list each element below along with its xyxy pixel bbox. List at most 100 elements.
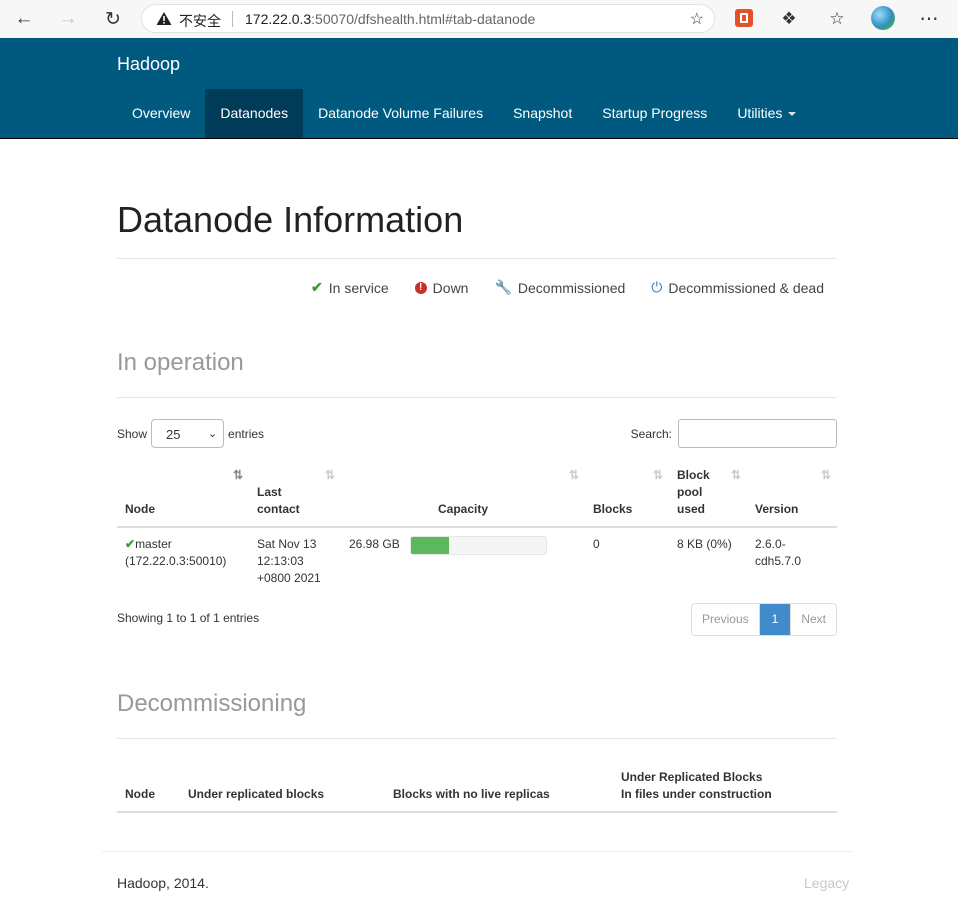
table-header-row: Node Under replicated blocks Blocks with… xyxy=(117,761,837,813)
tab-datanode-volume-failures[interactable]: Datanode Volume Failures xyxy=(303,89,498,138)
capacity-bar xyxy=(409,536,547,555)
col-urb-line2: In files under construction xyxy=(621,787,772,801)
tab-datanodes[interactable]: Datanodes xyxy=(205,89,304,138)
col-block-pool-used[interactable]: Block pool used ⇅ xyxy=(669,459,747,528)
url-text: 172.22.0.3:50070/dfshealth.html#tab-data… xyxy=(245,11,535,27)
table-header-row: Node ⇅ Last contact ⇅ Capacity ⇅ Blocks ⇅ Blo… xyxy=(117,459,837,528)
cell-version: 2.6.0- cdh5.7.0 xyxy=(747,527,837,595)
capacity-value: 26.98 GB xyxy=(349,537,400,551)
footer-divider xyxy=(102,851,852,852)
back-icon[interactable]: ← xyxy=(11,6,37,32)
power-icon: ⏻ xyxy=(651,279,663,295)
check-icon: ✔ xyxy=(311,279,323,295)
address-bar[interactable]: 不安全 172.22.0.3:50070/dfshealth.html#tab-… xyxy=(141,4,715,33)
legend-down: ! Down xyxy=(414,279,469,296)
col-under-replicated: Under replicated blocks xyxy=(180,761,385,813)
decommissioning-table: Node Under replicated blocks Blocks with… xyxy=(117,761,837,813)
cell-last-contact: Sat Nov 13 12:13:03 +0800 2021 xyxy=(249,527,341,595)
chevron-down-icon: ⌄ xyxy=(207,428,218,440)
url-path: :50070/dfshealth.html#tab-datanode xyxy=(311,11,536,27)
col-no-live-replicas: Blocks with no live replicas xyxy=(385,761,613,813)
more-menu-icon[interactable]: ⋯ xyxy=(916,6,942,32)
exclamation-circle-icon: ! xyxy=(414,281,427,294)
entries-label: entries xyxy=(228,426,265,441)
capacity-wrap: 26.98 GB xyxy=(349,536,577,555)
tab-overview[interactable]: Overview xyxy=(117,89,205,138)
in-operation-divider xyxy=(117,397,837,398)
tab-utilities-label: Utilities xyxy=(737,105,783,121)
col-bpu-line3: used xyxy=(677,502,706,516)
search-input[interactable] xyxy=(678,419,837,448)
legend-decommissioned-label: Decommissioned xyxy=(517,279,626,296)
page-size-control: Show 25 ⌄ entries xyxy=(117,419,264,448)
page-size-select[interactable]: 25 ⌄ xyxy=(151,419,225,448)
warning-icon[interactable] xyxy=(156,11,172,26)
legacy-link[interactable]: Legacy xyxy=(804,875,849,891)
extensions-puzzle-icon[interactable]: ❖ xyxy=(776,6,802,32)
page-1-button[interactable]: 1 xyxy=(758,604,791,635)
address-divider xyxy=(232,11,233,27)
table-info: Showing 1 to 1 of 1 entries xyxy=(117,611,260,625)
col-blocks-label: Blocks xyxy=(593,502,633,516)
in-operation-heading: In operation xyxy=(117,349,244,376)
previous-button[interactable]: Previous xyxy=(691,604,759,635)
capacity-bar-fill xyxy=(410,537,449,554)
cell-node: ✔master (172.22.0.3:50010) xyxy=(117,527,249,595)
legend-decommissioned-dead: ⏻ Decommissioned & dead xyxy=(651,279,824,296)
browser-toolbar: ← → ↻ 不安全 172.22.0.3:50070/dfshealth.htm… xyxy=(0,0,958,39)
col-last-contact-line2: contact xyxy=(257,502,300,516)
insecure-label: 不安全 xyxy=(179,13,221,29)
col-capacity[interactable]: Capacity ⇅ xyxy=(341,459,585,528)
tab-snapshot[interactable]: Snapshot xyxy=(498,89,587,138)
cell-capacity: 26.98 GB xyxy=(341,527,585,595)
sort-icon[interactable]: ⇅ xyxy=(569,467,579,484)
last-contact-line3: +0800 2021 xyxy=(257,571,321,585)
legend-down-label: Down xyxy=(432,279,469,296)
sort-asc-icon[interactable]: ⇅ xyxy=(233,467,243,484)
col-node: Node xyxy=(117,761,180,813)
col-blocks[interactable]: Blocks ⇅ xyxy=(585,459,669,528)
tab-utilities[interactable]: Utilities xyxy=(722,89,811,138)
col-capacity-label: Capacity xyxy=(437,502,489,516)
legend-decommissioned: 🔧 Decommissioned xyxy=(494,279,625,296)
nav-tabs: Overview Datanodes Datanode Volume Failu… xyxy=(117,89,811,138)
extension-icon[interactable] xyxy=(735,9,753,27)
node-name: master xyxy=(135,537,172,551)
in-service-check-icon: ✔ xyxy=(125,537,136,551)
sort-icon[interactable]: ⇅ xyxy=(325,467,335,484)
col-bpu-line2: pool xyxy=(677,485,703,499)
page-title: Datanode Information xyxy=(117,199,464,240)
col-last-contact-line1: Last xyxy=(257,485,282,499)
status-legend: ✔ In service ! Down 🔧 Decommissioned ⏻ Decom… xyxy=(311,279,824,296)
version-line1: 2.6.0- xyxy=(755,537,786,551)
col-version[interactable]: Version ⇅ xyxy=(747,459,837,528)
show-label: Show xyxy=(117,426,148,441)
col-version-label: Version xyxy=(755,502,799,516)
col-last-contact[interactable]: Last contact ⇅ xyxy=(249,459,341,528)
search-control: Search: xyxy=(631,419,837,448)
cell-blocks: 0 xyxy=(593,537,600,551)
sort-icon[interactable]: ⇅ xyxy=(731,467,741,484)
forward-icon[interactable]: → xyxy=(55,6,81,32)
cell-block-pool-used: 8 KB (0%) xyxy=(677,537,732,551)
sort-icon[interactable]: ⇅ xyxy=(653,467,663,484)
last-contact-line2: 12:13:03 xyxy=(257,554,304,568)
table-row: ✔master (172.22.0.3:50010) Sat Nov 13 12:1… xyxy=(117,527,837,595)
col-node[interactable]: Node ⇅ xyxy=(117,459,249,528)
reload-icon[interactable]: ↻ xyxy=(100,6,126,32)
hadoop-navbar: Hadoop Overview Datanodes Datanode Volum… xyxy=(0,38,958,139)
add-favorite-icon[interactable]: ☆ xyxy=(690,9,704,29)
decommissioning-divider xyxy=(117,738,837,739)
title-divider xyxy=(117,258,837,259)
col-bpu-line1: Block xyxy=(677,468,710,482)
favorites-icon[interactable]: ☆ xyxy=(824,6,850,32)
last-contact-line1: Sat Nov 13 xyxy=(257,537,317,551)
tab-startup-progress[interactable]: Startup Progress xyxy=(587,89,722,138)
next-button[interactable]: Next xyxy=(790,604,836,635)
datanodes-table: Node ⇅ Last contact ⇅ Capacity ⇅ Blocks ⇅ Blo… xyxy=(117,459,837,595)
profile-avatar[interactable] xyxy=(871,6,895,30)
sort-icon[interactable]: ⇅ xyxy=(821,467,831,484)
brand-title[interactable]: Hadoop xyxy=(117,54,180,75)
legend-in-service: ✔ In service xyxy=(311,279,389,296)
url-host: 172.22.0.3 xyxy=(245,11,312,27)
